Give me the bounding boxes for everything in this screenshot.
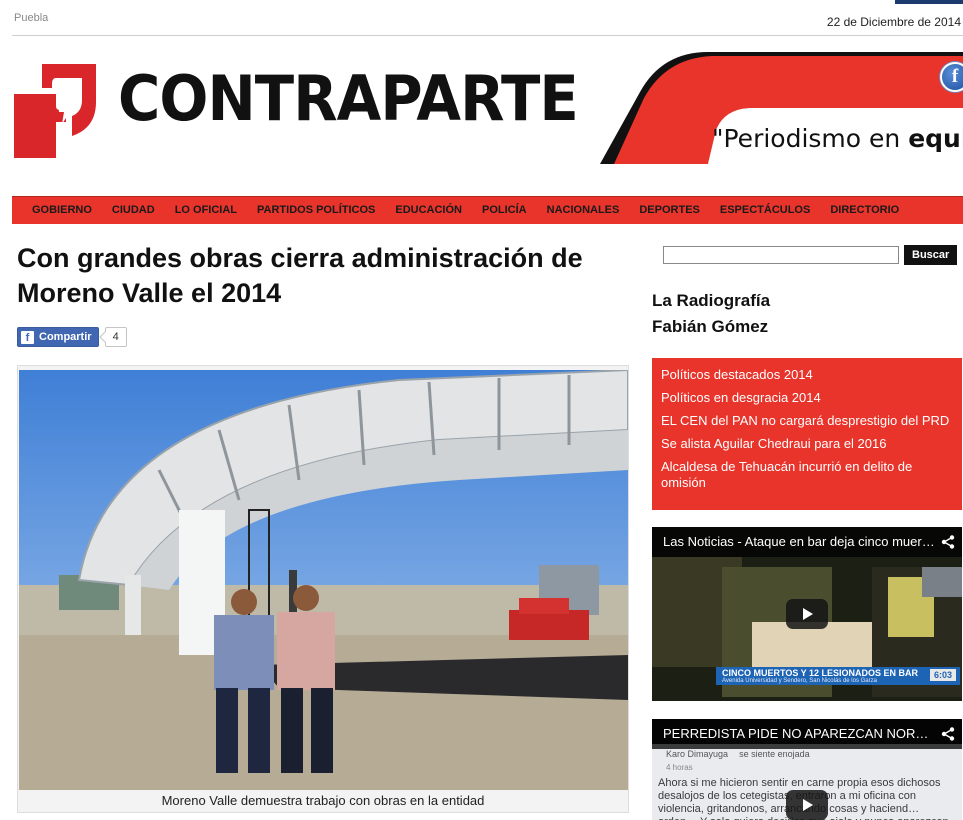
article-photo[interactable] [19,370,628,790]
article-figure: Moreno Valle demuestra trabajo con obras… [17,365,629,813]
share-icon[interactable] [941,535,955,549]
search-form: Buscar [663,245,958,265]
logo-mark-icon[interactable] [12,58,100,158]
top-bar: Puebla 22 de Diciembre de 2014 [12,0,963,36]
video-title[interactable]: Las Noticias - Ataque en bar deja cinco … [652,527,962,557]
main-nav: GOBIERNO CIUDAD LO OFICIAL PARTIDOS POLÍ… [12,196,963,224]
top-nav-strip [895,0,963,4]
column-title: La Radiografía Fabián Gómez [652,288,770,340]
nav-item-directorio[interactable]: DIRECTORIO [830,197,899,224]
video-embed-2[interactable]: Karo Dimayuga se siente enojada 4 horas … [652,719,962,820]
column-title-line-1: La Radiografía [652,291,771,310]
play-icon[interactable] [786,599,828,629]
search-input[interactable] [663,246,899,264]
featured-links: Políticos destacados 2014 Políticos en d… [652,358,962,510]
column-author: Fabián Gómez [652,317,769,336]
photo-caption: Moreno Valle demuestra trabajo con obras… [161,793,485,808]
share-icon[interactable] [941,727,955,741]
nav-item-policia[interactable]: POLICÍA [482,197,527,224]
facebook-icon: f [21,330,34,344]
post-time: 4 horas [666,763,693,772]
nav-item-educacion[interactable]: EDUCACIÓN [395,197,462,224]
date-label: 22 de Diciembre de 2014 [826,15,961,29]
nav-item-deportes[interactable]: DEPORTES [639,197,700,224]
featured-link[interactable]: Se alista Aguilar Chedraui para el 2016 [661,436,953,452]
nav-item-espectaculos[interactable]: ESPECTÁCULOS [720,197,810,224]
share-count: 4 [104,327,127,347]
featured-link[interactable]: Políticos destacados 2014 [661,367,953,383]
location-label: Puebla [14,12,49,24]
nav-item-nacionales[interactable]: NACIONALES [547,197,620,224]
article-title: Con grandes obras cierra administración … [17,243,583,308]
slogan-banner: "Periodismo en equilibr f [600,52,963,164]
nav-item-ciudad[interactable]: CIUDAD [112,197,155,224]
nav-item-lo-oficial[interactable]: LO OFICIAL [175,197,237,224]
facebook-icon[interactable]: f [940,62,963,92]
ticker-location: Avenida Universidad y Sendero, San Nicol… [722,678,877,684]
featured-link[interactable]: EL CEN del PAN no cargará desprestigio d… [661,413,953,429]
video-embed-1[interactable]: Las Noticias - Ataque en bar deja cinco … [652,527,962,701]
share-label: Compartir [39,331,92,343]
nav-item-partidos-politicos[interactable]: PARTIDOS POLÍTICOS [257,197,375,224]
nav-item-gobierno[interactable]: GOBIERNO [32,197,92,224]
video-title[interactable]: PERREDISTA PIDE NO APAREZCAN NOR… [652,719,962,749]
share-button[interactable]: f Compartir [17,327,99,347]
featured-link[interactable]: Políticos en desgracia 2014 [661,390,953,406]
featured-link[interactable]: Alcaldesa de Tehuacán incurrió en delito… [661,459,953,491]
site-logo-text[interactable]: CONTRAPARTE [118,68,579,130]
ticker-headline: CINCO MUERTOS Y 12 LESIONADOS EN BAR [722,668,919,678]
post-author: Karo Dimayuga [666,749,729,759]
facebook-share: f Compartir 4 [17,327,127,347]
slogan-text: "Periodismo en equilibr [712,124,963,153]
ticker-time: 6:03 [929,669,956,681]
play-icon[interactable] [786,790,828,820]
search-button[interactable]: Buscar [904,245,958,265]
site-header: CONTRAPARTE "Periodismo en equilibr f [12,48,963,168]
news-ticker: CINCO MUERTOS Y 12 LESIONADOS EN BAR Ave… [716,667,960,685]
post-feeling: se siente enojada [739,749,810,759]
